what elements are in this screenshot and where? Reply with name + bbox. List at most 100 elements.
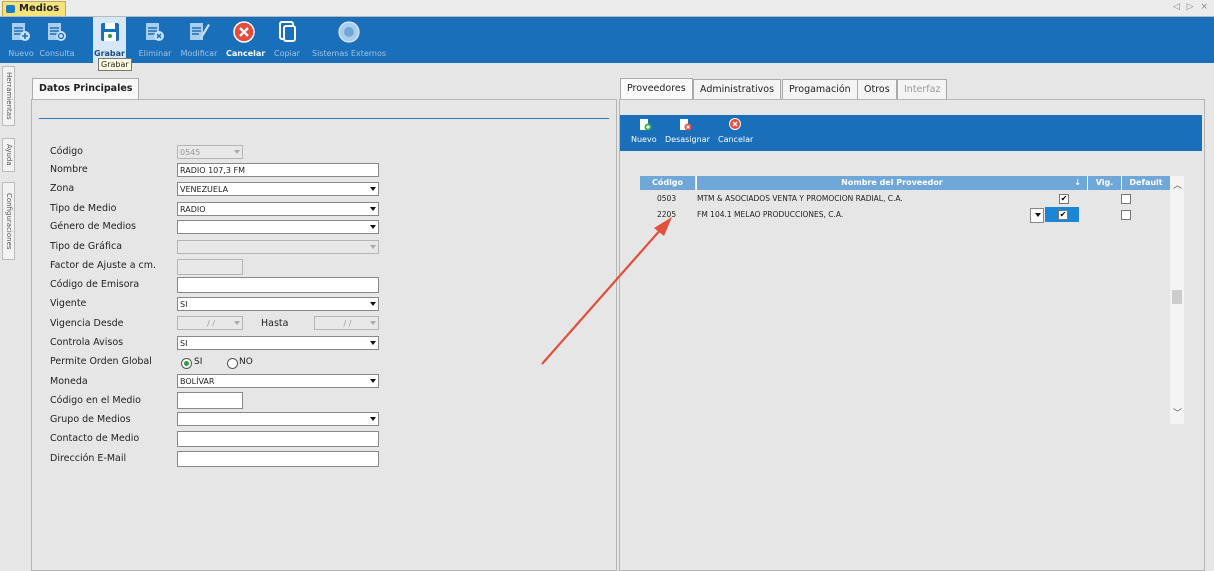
grabar-button[interactable]: Grabar bbox=[93, 17, 126, 63]
vigente-dropdown-arrow bbox=[370, 302, 376, 306]
controla-avisos-value: SI bbox=[180, 339, 188, 348]
tab-otros[interactable]: Otros bbox=[857, 79, 897, 99]
copiar-button[interactable]: Copiar bbox=[270, 17, 304, 63]
zona-value: VENEZUELA bbox=[180, 185, 229, 194]
nuevo-button[interactable]: Nuevo bbox=[6, 17, 36, 63]
table-row[interactable]: 0503 MTM & ASOCIADOS VENTA Y PROMOCION R… bbox=[640, 191, 1169, 206]
desasignar-button[interactable]: Desasignar bbox=[664, 115, 710, 151]
nuevo-label: Nuevo bbox=[8, 49, 34, 58]
side-tab-herramientas[interactable]: Herramientas bbox=[2, 66, 15, 126]
vig-checkbox[interactable]: ✔ bbox=[1058, 210, 1068, 220]
vigente-select[interactable]: SI bbox=[177, 297, 379, 311]
label-controla-avisos: Controla Avisos bbox=[50, 337, 124, 348]
document-tab-strip: Medios ◁ ▷ × bbox=[0, 0, 1214, 17]
label-tipo-medio: Tipo de Medio bbox=[50, 203, 117, 214]
scroll-down-icon[interactable]: ﹀ bbox=[1173, 406, 1182, 419]
codigo-value: 0545 bbox=[180, 148, 201, 157]
tipo-medio-value: RADIO bbox=[180, 205, 206, 214]
label-contacto: Contacto de Medio bbox=[50, 433, 140, 444]
tab-progamacion[interactable]: Progamación bbox=[782, 79, 858, 99]
grabar-tooltip: Grabar bbox=[98, 58, 132, 71]
label-zona: Zona bbox=[50, 183, 75, 194]
consulta-button[interactable]: Consulta bbox=[38, 17, 76, 63]
moneda-dropdown-arrow bbox=[370, 379, 376, 383]
tab-proveedores[interactable]: Proveedores bbox=[620, 78, 693, 100]
factor-field[interactable] bbox=[177, 259, 243, 275]
label-vigente: Vigente bbox=[50, 298, 87, 309]
copy-icon bbox=[279, 21, 296, 42]
proveedor-nuevo-button[interactable]: Nuevo bbox=[629, 115, 657, 151]
vigencia-desde-field[interactable]: / / bbox=[177, 316, 243, 330]
nombre-field[interactable]: RADIO 107,3 FM bbox=[177, 163, 379, 177]
radio-no[interactable] bbox=[227, 358, 238, 369]
moneda-select[interactable]: BOLÍVAR bbox=[177, 374, 379, 388]
row-dropdown-button[interactable] bbox=[1030, 208, 1044, 223]
tab-administrativos[interactable]: Administrativos bbox=[693, 79, 782, 99]
label-permite-orden: Permite Orden Global bbox=[50, 356, 152, 367]
col-header-nombre-label: Nombre del Proveedor bbox=[841, 178, 943, 187]
vig-checkbox[interactable]: ✔ bbox=[1059, 194, 1069, 204]
default-checkbox[interactable] bbox=[1121, 210, 1131, 220]
col-header-vig[interactable]: Vig. bbox=[1087, 176, 1121, 190]
cancelar-button[interactable]: Cancelar bbox=[226, 17, 266, 63]
zona-select[interactable]: VENEZUELA bbox=[177, 182, 379, 196]
save-icon bbox=[100, 23, 119, 41]
label-moneda: Moneda bbox=[50, 376, 88, 387]
row-nombre: MTM & ASOCIADOS VENTA Y PROMOCION RADIAL… bbox=[697, 194, 903, 203]
tab-interfaz[interactable]: Interfaz bbox=[897, 79, 948, 99]
default-checkbox[interactable] bbox=[1121, 194, 1131, 204]
scroll-up-icon[interactable]: ︿ bbox=[1173, 178, 1182, 191]
sistemas-externos-button[interactable]: Sistemas Externos bbox=[312, 17, 386, 63]
sistemas-externos-label: Sistemas Externos bbox=[312, 49, 387, 58]
section-divider bbox=[39, 118, 609, 119]
col-header-nombre[interactable]: Nombre del Proveedor ↓ bbox=[696, 176, 1087, 190]
label-vigencia-desde: Vigencia Desde bbox=[50, 318, 124, 329]
modificar-button[interactable]: Modificar bbox=[180, 17, 218, 63]
codigo-emisora-field[interactable] bbox=[177, 277, 379, 293]
genero-select[interactable] bbox=[177, 220, 379, 234]
vigencia-hasta-dropdown-arrow bbox=[370, 321, 376, 325]
eliminar-label: Eliminar bbox=[138, 49, 172, 58]
contacto-field[interactable] bbox=[177, 431, 379, 447]
proveedor-cancelar-label: Cancelar bbox=[718, 135, 754, 144]
email-field[interactable] bbox=[177, 451, 379, 467]
vig-cell-selected[interactable]: ✔ bbox=[1045, 207, 1079, 222]
tipo-grafica-select[interactable] bbox=[177, 240, 379, 254]
label-nombre: Nombre bbox=[50, 164, 88, 175]
side-tab-ayuda[interactable]: Ayuda bbox=[2, 138, 15, 172]
cancel-icon bbox=[233, 21, 255, 43]
col-header-codigo[interactable]: Código bbox=[640, 176, 695, 190]
search-document-icon bbox=[48, 23, 66, 41]
eliminar-button[interactable]: Eliminar bbox=[138, 17, 172, 63]
moneda-value: BOLÍVAR bbox=[180, 377, 215, 386]
main-toolbar: Nuevo Consulta Grabar Eliminar Modificar… bbox=[0, 17, 1214, 63]
desasignar-label: Desasignar bbox=[665, 135, 710, 144]
vigencia-hasta-field[interactable]: / / bbox=[314, 316, 379, 330]
proveedor-nuevo-label: Nuevo bbox=[631, 135, 657, 144]
cancel-icon bbox=[729, 118, 741, 130]
grid-scrollbar[interactable]: ︿ ﹀ bbox=[1170, 176, 1184, 424]
tab-medios[interactable]: Medios bbox=[2, 1, 67, 16]
codigo-field[interactable]: 0545 bbox=[177, 145, 243, 159]
tab-datos-principales[interactable]: Datos Principales bbox=[32, 78, 140, 100]
label-codigo-emisora: Código de Emisora bbox=[50, 279, 140, 290]
grabar-label: Grabar bbox=[94, 49, 125, 58]
unassign-document-icon bbox=[680, 119, 692, 131]
proveedor-cancelar-button[interactable]: Cancelar bbox=[716, 115, 754, 151]
tipo-medio-select[interactable]: RADIO bbox=[177, 202, 379, 216]
cancelar-label: Cancelar bbox=[226, 49, 266, 58]
table-row[interactable]: 2205 FM 104.1 MELAO PRODUCCIONES, C.A. ✔ bbox=[640, 207, 1169, 223]
scrollbar-thumb[interactable] bbox=[1172, 290, 1182, 304]
grupo-select[interactable] bbox=[177, 412, 379, 426]
side-tab-configuraciones[interactable]: Configuraciones bbox=[2, 182, 15, 260]
label-tipo-grafica: Tipo de Gráfica bbox=[50, 241, 123, 252]
radio-no-label: NO bbox=[239, 357, 253, 367]
tab-nav-arrows[interactable]: ◁ ▷ × bbox=[1173, 2, 1210, 12]
medios-icon bbox=[6, 5, 15, 13]
label-email: Dirección E-Mail bbox=[50, 453, 127, 464]
controla-avisos-select[interactable]: SI bbox=[177, 336, 379, 350]
radio-si[interactable] bbox=[181, 358, 192, 369]
codigo-medio-field[interactable] bbox=[177, 392, 243, 409]
col-header-default[interactable]: Default bbox=[1121, 176, 1170, 190]
sort-asc-icon: ↓ bbox=[1074, 178, 1081, 187]
